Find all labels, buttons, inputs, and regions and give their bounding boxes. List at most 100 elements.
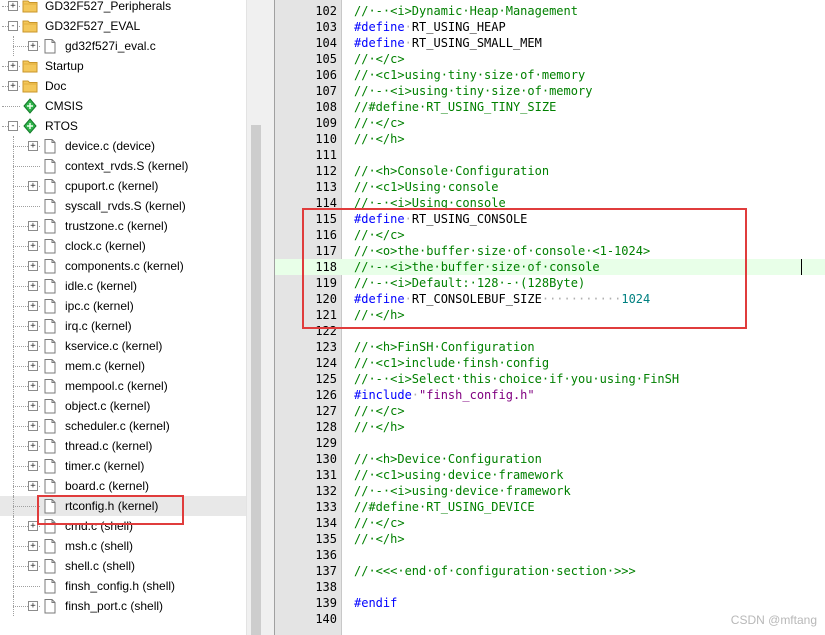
code-line[interactable]: 126 #include·"finsh_config.h" (275, 387, 825, 403)
code-line[interactable]: 113 //·<c1>Using·console (275, 179, 825, 195)
expand-toggle[interactable]: + (28, 601, 38, 611)
expand-toggle[interactable]: + (28, 181, 38, 191)
tree-item[interactable]: + thread.c (kernel) (0, 436, 246, 456)
code-line[interactable]: 104 #define·RT_USING_SMALL_MEM (275, 35, 825, 51)
expand-toggle[interactable]: + (28, 141, 38, 151)
project-tree[interactable]: + GD32F527_Peripherals - GD32F527_EVAL + gd32… (0, 0, 246, 635)
expand-toggle[interactable]: + (28, 261, 38, 271)
tree-item[interactable]: + gd32f527i_eval.c (0, 36, 246, 56)
code-line[interactable]: 125 //·-·<i>Select·this·choice·if·you·usi… (275, 371, 825, 387)
code-line[interactable]: 134 //·</c> (275, 515, 825, 531)
code-line[interactable]: 135 //·</h> (275, 531, 825, 547)
code-line[interactable]: 112 //·<h>Console·Configuration (275, 163, 825, 179)
code-line[interactable]: 124 //·<c1>include·finsh·config (275, 355, 825, 371)
code-line[interactable]: 110 //·</h> (275, 131, 825, 147)
tree-item[interactable]: + board.c (kernel) (0, 476, 246, 496)
tree-item[interactable]: + scheduler.c (kernel) (0, 416, 246, 436)
line-number: 137 (315, 564, 337, 578)
expand-toggle[interactable]: + (28, 421, 38, 431)
code-line[interactable]: 108 //#define·RT_USING_TINY_SIZE (275, 99, 825, 115)
tree-item-label: GD32F527_Peripherals (45, 0, 172, 13)
code-text: //·</c> (354, 51, 405, 67)
tree-item[interactable]: - GD32F527_EVAL (0, 16, 246, 36)
line-number: 136 (315, 548, 337, 562)
tree-item[interactable]: context_rvds.S (kernel) (0, 156, 246, 176)
expand-toggle[interactable]: + (28, 541, 38, 551)
code-line[interactable]: 130 //·<h>Device·Configuration (275, 451, 825, 467)
line-number: 110 (315, 132, 337, 146)
line-number: 140 (315, 612, 337, 626)
code-token: //·</h> (354, 132, 405, 146)
scrollbar-thumb[interactable] (251, 125, 261, 635)
tree-item[interactable]: + ipc.c (kernel) (0, 296, 246, 316)
tree-item[interactable]: + shell.c (shell) (0, 556, 246, 576)
tree-item[interactable]: + object.c (kernel) (0, 396, 246, 416)
panel-splitter[interactable] (265, 0, 275, 635)
code-token: //#define·RT_USING_TINY_SIZE (354, 100, 557, 114)
expand-toggle[interactable]: + (28, 461, 38, 471)
expand-toggle[interactable]: + (28, 281, 38, 291)
code-line[interactable]: 129 (275, 435, 825, 451)
expand-toggle[interactable]: + (28, 341, 38, 351)
tree-item[interactable]: + timer.c (kernel) (0, 456, 246, 476)
code-line[interactable]: 136 (275, 547, 825, 563)
tree-item[interactable]: + Startup (0, 56, 246, 76)
tree-item[interactable]: + clock.c (kernel) (0, 236, 246, 256)
expand-toggle[interactable]: + (28, 41, 38, 51)
code-line[interactable]: 128 //·</h> (275, 419, 825, 435)
folder-icon (22, 18, 38, 34)
code-line[interactable]: 109 //·</c> (275, 115, 825, 131)
tree-item[interactable]: + idle.c (kernel) (0, 276, 246, 296)
code-token: //·<h>FinSH·Configuration (354, 340, 535, 354)
tree-item[interactable]: + kservice.c (kernel) (0, 336, 246, 356)
line-number: 109 (315, 116, 337, 130)
code-line[interactable]: 111 (275, 147, 825, 163)
expand-toggle[interactable]: + (28, 441, 38, 451)
code-line[interactable]: 139 #endif (275, 595, 825, 611)
code-line[interactable]: 123 //·<h>FinSH·Configuration (275, 339, 825, 355)
expand-toggle[interactable]: + (8, 81, 18, 91)
tree-item[interactable]: + device.c (device) (0, 136, 246, 156)
code-line[interactable]: 105 //·</c> (275, 51, 825, 67)
tree-item[interactable]: + components.c (kernel) (0, 256, 246, 276)
code-line[interactable]: 133 //#define·RT_USING_DEVICE (275, 499, 825, 515)
code-line[interactable]: 106 //·<c1>using·tiny·size·of·memory (275, 67, 825, 83)
code-token: //·-·<i>Select·this·choice·if·you·using·… (354, 372, 680, 386)
tree-item[interactable]: - RTOS (0, 116, 246, 136)
collapse-toggle[interactable]: - (8, 121, 18, 131)
expand-toggle[interactable]: + (28, 401, 38, 411)
expand-toggle[interactable]: + (28, 561, 38, 571)
expand-toggle[interactable]: + (28, 301, 38, 311)
expand-toggle[interactable]: + (28, 241, 38, 251)
tree-item[interactable]: + Doc (0, 76, 246, 96)
tree-item[interactable]: syscall_rvds.S (kernel) (0, 196, 246, 216)
code-line[interactable]: 137 //·<<<·end·of·configuration·section·>… (275, 563, 825, 579)
code-line[interactable]: 138 (275, 579, 825, 595)
project-tree-scrollbar[interactable] (246, 0, 266, 635)
expand-toggle[interactable]: + (8, 1, 18, 11)
tree-item[interactable]: + msh.c (shell) (0, 536, 246, 556)
expand-toggle[interactable]: + (28, 221, 38, 231)
code-line[interactable]: 127 //·</c> (275, 403, 825, 419)
expand-toggle[interactable]: + (28, 381, 38, 391)
tree-item[interactable]: + irq.c (kernel) (0, 316, 246, 336)
tree-item[interactable]: CMSIS (0, 96, 246, 116)
code-line[interactable]: 102 //·-·<i>Dynamic·Heap·Management (275, 3, 825, 19)
expand-toggle[interactable]: + (28, 321, 38, 331)
code-text: //·</c> (354, 403, 405, 419)
tree-item[interactable]: + GD32F527_Peripherals (0, 0, 246, 16)
code-line[interactable]: 107 //·-·<i>using·tiny·size·of·memory (275, 83, 825, 99)
expand-toggle[interactable]: + (8, 61, 18, 71)
tree-item[interactable]: + cpuport.c (kernel) (0, 176, 246, 196)
expand-toggle[interactable]: + (28, 481, 38, 491)
collapse-toggle[interactable]: - (8, 21, 18, 31)
code-line[interactable]: 131 //·<c1>using·device·framework (275, 467, 825, 483)
code-line[interactable]: 132 //·-·<i>using·device·framework (275, 483, 825, 499)
tree-item[interactable]: + trustzone.c (kernel) (0, 216, 246, 236)
tree-item[interactable]: + mempool.c (kernel) (0, 376, 246, 396)
tree-item[interactable]: finsh_config.h (shell) (0, 576, 246, 596)
tree-item[interactable]: + finsh_port.c (shell) (0, 596, 246, 616)
expand-toggle[interactable]: + (28, 361, 38, 371)
code-line[interactable]: 103 #define·RT_USING_HEAP (275, 19, 825, 35)
tree-item[interactable]: + mem.c (kernel) (0, 356, 246, 376)
